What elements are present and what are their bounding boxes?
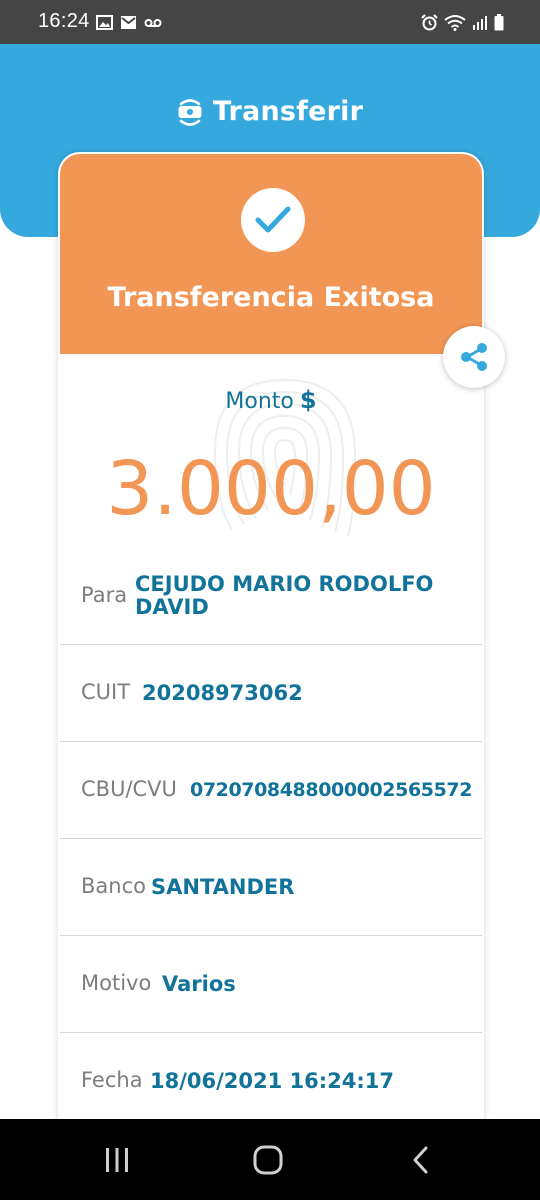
cuit-value: 20208973062 [142,681,303,705]
voicemail-icon [144,19,162,27]
recents-icon [106,1148,128,1172]
alarm-icon [421,14,438,31]
detail-row-cbu: CBU/CVU 0720708488000002565572 [60,742,482,839]
share-button[interactable] [443,326,505,388]
status-right-icons [421,14,504,31]
recipient-name-line2: DAVID [135,595,209,619]
signal-icon [473,16,487,30]
detail-row-banco: Banco SANTANDER [60,839,482,936]
amount-label: Monto [225,389,294,414]
detail-label: Banco [81,874,146,898]
status-bar: 16:24 [0,0,540,44]
success-badge [241,188,305,252]
detail-label: Fecha [81,1068,143,1092]
mail-icon [121,16,136,29]
header-title: Transferir [212,96,364,127]
share-icon [461,343,487,371]
image-icon [96,15,113,30]
check-icon [255,206,291,233]
wifi-icon [444,15,466,31]
bank-value: SANTANDER [151,875,295,899]
amount-value: 3.000,00 [106,446,436,532]
currency-symbol: $ [299,386,317,414]
header-title-group: Transferir [0,96,540,127]
screen: 16:24 Transferir Transferencia Exitosa M… [0,0,540,1200]
detail-row-cuit: CUIT 20208973062 [60,645,482,742]
detail-label: CBU/CVU [81,777,177,801]
home-icon [253,1145,283,1175]
detail-row-para: Para CEJUDO MARIO RODOLFO DAVID [60,548,482,645]
battery-icon [494,14,504,31]
cbu-value: 0720708488000002565572 [190,779,473,801]
detail-label: CUIT [81,680,131,704]
back-icon [413,1146,428,1174]
transfer-icon [178,98,202,126]
detail-row-fecha: Fecha 18/06/2021 16:24:17 [60,1033,482,1130]
success-title: Transferencia Exitosa [107,282,435,313]
success-banner: Transferencia Exitosa [60,154,482,354]
reason-value: Varios [162,972,236,996]
detail-label: Motivo [81,971,152,995]
amount-label-row: Monto $ [60,386,482,414]
date-value: 18/06/2021 16:24:17 [150,1069,395,1093]
system-nav-bar [0,1119,540,1200]
transfer-details: Para CEJUDO MARIO RODOLFO DAVID CUIT 202… [60,548,482,1130]
detail-row-motivo: Motivo Varios [60,936,482,1033]
status-left-icons [96,14,162,31]
status-time: 16:24 [38,10,90,32]
recents-button[interactable] [97,1143,137,1177]
detail-label: Para [81,583,128,607]
back-button[interactable] [400,1143,440,1177]
recipient-name-line1: CEJUDO MARIO RODOLFO [135,572,434,596]
home-button[interactable] [248,1143,288,1177]
